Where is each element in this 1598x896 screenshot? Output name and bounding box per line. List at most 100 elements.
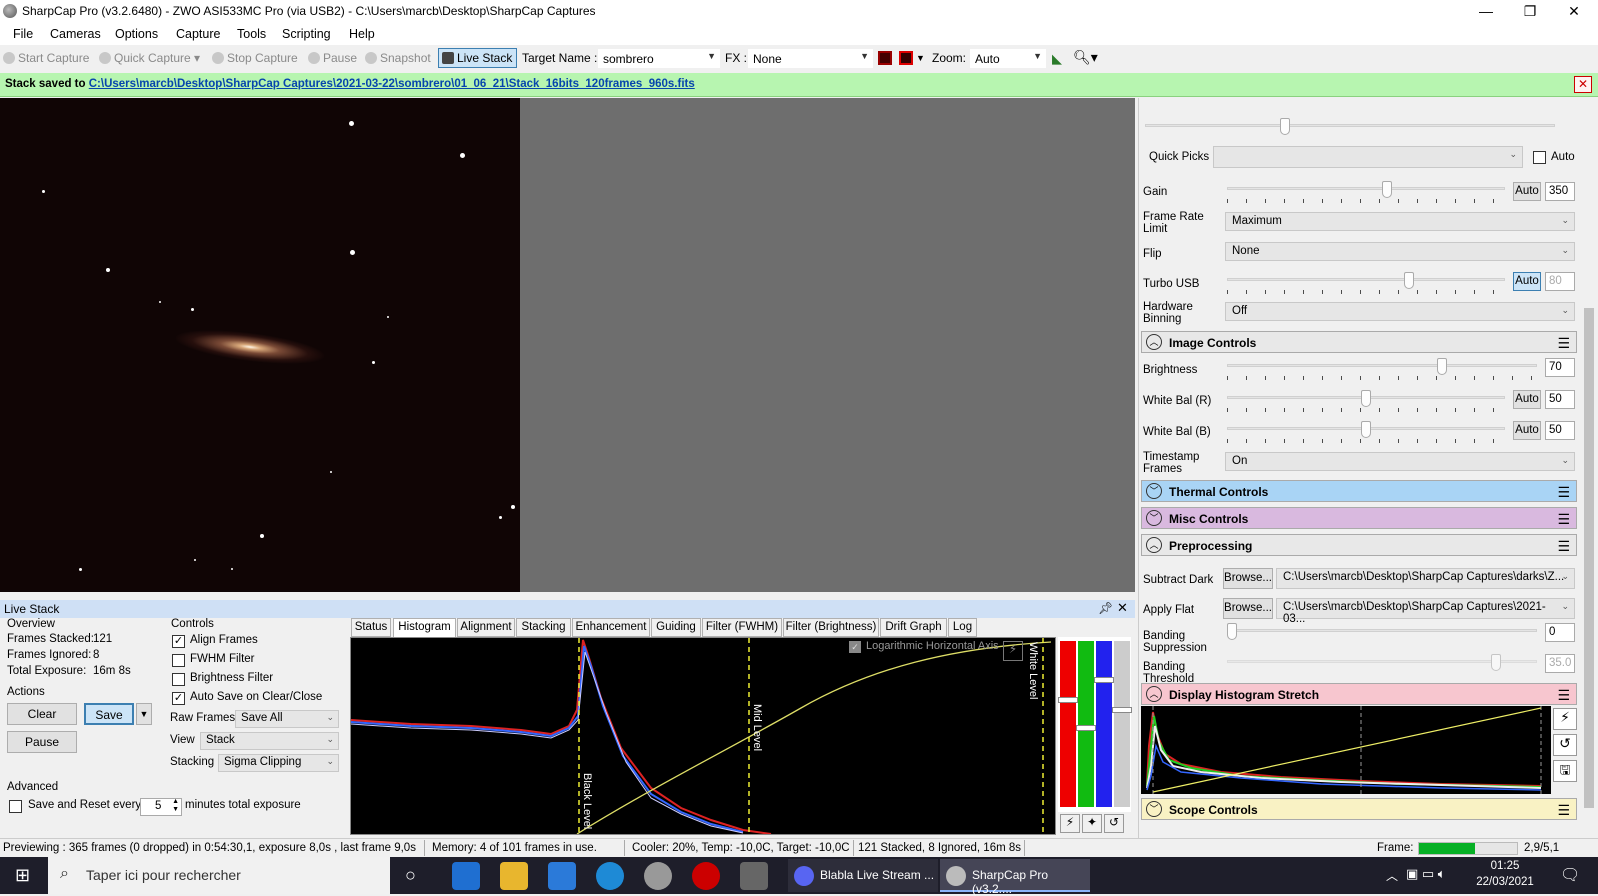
pause-button[interactable]: Pause	[7, 731, 77, 753]
save-reset-minutes-input[interactable]: 5 ▲ ▼	[140, 798, 182, 816]
subtract-dark-path[interactable]: C:\Users\marcb\Desktop\SharpCap Captures…	[1276, 568, 1575, 589]
gain-slider[interactable]	[1227, 181, 1505, 203]
reset-icon[interactable]: ↺	[1553, 734, 1577, 756]
wb-red-auto-button[interactable]: Auto	[1513, 390, 1541, 409]
live-stack-button[interactable]: Live Stack	[438, 48, 518, 68]
tab-guiding[interactable]: Guiding	[651, 618, 701, 637]
tray-chevron-icon[interactable]: ︿	[1386, 867, 1398, 884]
turbo-usb-value[interactable]: 80	[1545, 272, 1575, 291]
hamburger-menu-icon[interactable]: ☰	[1557, 802, 1570, 819]
start-capture-button[interactable]: Start Capture	[3, 51, 89, 65]
close-button[interactable]: ✕	[1552, 0, 1596, 23]
banding-suppression-value[interactable]: 0	[1545, 623, 1575, 642]
fwhm-filter-checkbox[interactable]	[172, 654, 185, 667]
flip-combo[interactable]: None ⌄	[1225, 242, 1575, 261]
menu-cameras[interactable]: Cameras	[50, 27, 101, 41]
tab-enhancement[interactable]: Enhancement	[572, 618, 650, 637]
turbo-usb-auto-button[interactable]: Auto	[1513, 272, 1541, 291]
preprocessing-header[interactable]: ︿ Preprocessing ☰	[1141, 534, 1577, 556]
scope-controls-header[interactable]: ﹀ Scope Controls ☰	[1141, 798, 1577, 820]
taskbar-search[interactable]: ⌕ Taper ici pour rechercher	[48, 857, 390, 894]
clock-date[interactable]: 22/03/2021	[1474, 876, 1536, 888]
wb-blue-value[interactable]: 50	[1545, 421, 1575, 440]
raw-frames-select[interactable]: Save All ⌄	[235, 710, 339, 728]
turbo-usb-slider[interactable]	[1227, 272, 1505, 294]
hardware-binning-combo[interactable]: Off ⌄	[1225, 302, 1575, 321]
close-icon[interactable]: ✕	[1117, 600, 1128, 616]
apply-flat-browse-button[interactable]: Browse...	[1223, 598, 1273, 619]
banding-suppression-slider[interactable]	[1227, 623, 1537, 640]
snapshot-button[interactable]: Snapshot	[365, 51, 431, 65]
view-select[interactable]: Stack ⌄	[200, 732, 339, 750]
display-color-icon[interactable]	[878, 51, 892, 65]
hamburger-menu-icon[interactable]: ☰	[1557, 484, 1570, 501]
app-icon[interactable]	[548, 862, 576, 890]
brightness-value[interactable]: 70	[1545, 358, 1575, 377]
save-options-dropdown[interactable]: ▼	[136, 703, 152, 725]
exposure-slider[interactable]	[1145, 118, 1555, 135]
auto-level-icon[interactable]: ⚡	[1003, 641, 1023, 661]
wb-red-value[interactable]: 50	[1545, 390, 1575, 409]
tab-log[interactable]: Log	[948, 618, 977, 637]
menu-scripting[interactable]: Scripting	[282, 27, 331, 41]
magnifier-icon[interactable]: 🔍︎▾	[1073, 49, 1098, 66]
sparkle-icon[interactable]: ✦	[1082, 814, 1102, 833]
apply-flat-path[interactable]: C:\Users\marcb\Desktop\SharpCap Captures…	[1276, 598, 1575, 625]
file-explorer-icon[interactable]	[500, 862, 528, 890]
tab-drift-graph[interactable]: Drift Graph	[880, 618, 947, 637]
quick-capture-button[interactable]: Quick Capture ▾	[99, 51, 200, 65]
log-axis-checkbox[interactable]: ✓	[849, 641, 861, 653]
task-view-icon[interactable]: ○	[405, 865, 416, 886]
menu-help[interactable]: Help	[349, 27, 375, 41]
save-reset-checkbox[interactable]	[9, 800, 22, 813]
clear-button[interactable]: Clear	[7, 703, 77, 725]
tab-filter-brightness[interactable]: Filter (Brightness)	[783, 618, 879, 637]
auto-stretch-icon[interactable]: ⚡	[1553, 708, 1577, 730]
zoom-combo[interactable]: Auto ▼	[970, 49, 1046, 68]
quick-picks-auto-checkbox[interactable]	[1533, 151, 1546, 164]
gain-auto-button[interactable]: Auto	[1513, 182, 1541, 201]
display-stretch-histogram[interactable]	[1141, 706, 1551, 794]
taskbar-app-sharpcap[interactable]: SharpCap Pro (v3.2....	[940, 859, 1090, 896]
auto-save-checkbox[interactable]: ✓	[172, 692, 185, 705]
menu-tools[interactable]: Tools	[237, 27, 266, 41]
notifications-icon[interactable]: 🗨︎	[1560, 865, 1580, 885]
pin-icon[interactable]: 📌︎	[1098, 601, 1113, 615]
wb-blue-auto-button[interactable]: Auto	[1513, 421, 1541, 440]
hamburger-menu-icon[interactable]: ☰	[1557, 511, 1570, 528]
menu-capture[interactable]: Capture	[176, 27, 220, 41]
windows-start-icon[interactable]: ⊞	[15, 865, 30, 886]
thermal-controls-header[interactable]: ﹀ Thermal Controls ☰	[1141, 480, 1577, 502]
wb-blue-slider[interactable]	[1227, 421, 1505, 443]
wb-red-slider[interactable]	[1227, 390, 1505, 412]
bolt-icon[interactable]: ⚡	[1060, 814, 1080, 833]
display-histogram-stretch-header[interactable]: ︿ Display Histogram Stretch ☰	[1141, 683, 1577, 705]
rgb-level-bars[interactable]	[1058, 637, 1132, 812]
notification-close-button[interactable]: ✕	[1574, 76, 1592, 93]
align-frames-checkbox[interactable]: ✓	[172, 635, 185, 648]
pause-button[interactable]: Pause	[308, 51, 357, 65]
histogram-icon[interactable]: ◣	[1052, 51, 1062, 67]
globe-icon[interactable]	[644, 862, 672, 890]
image-viewer[interactable]	[0, 98, 1135, 592]
quick-picks-combo[interactable]: ⌄	[1213, 146, 1523, 168]
stacking-select[interactable]: Sigma Clipping ⌄	[218, 754, 339, 772]
app-red-icon[interactable]	[692, 862, 720, 890]
menu-file[interactable]: File	[13, 27, 33, 41]
brightness-filter-checkbox[interactable]	[172, 673, 185, 686]
save-icon[interactable]: 🖫	[1553, 760, 1577, 782]
tray-icons[interactable]: ▣ ▭ 🔈︎	[1406, 866, 1446, 882]
minimize-button[interactable]: —	[1464, 0, 1508, 23]
fx-combo[interactable]: None ▼	[748, 49, 873, 68]
edge-icon[interactable]	[452, 862, 480, 890]
brightness-slider[interactable]	[1227, 358, 1537, 380]
subtract-dark-browse-button[interactable]: Browse...	[1223, 568, 1273, 589]
target-name-combo[interactable]: sombrero ▼	[598, 49, 720, 68]
timestamp-frames-combo[interactable]: On ⌄	[1225, 452, 1575, 471]
tab-status[interactable]: Status	[351, 618, 391, 637]
live-stack-histogram[interactable]: Black Level Mid Level White Level ✓ Loga…	[350, 637, 1056, 835]
hamburger-menu-icon[interactable]: ☰	[1557, 335, 1570, 352]
hamburger-menu-icon[interactable]: ☰	[1557, 538, 1570, 555]
tab-histogram[interactable]: Histogram	[393, 618, 456, 638]
clock-time[interactable]: 01:25	[1474, 860, 1536, 872]
